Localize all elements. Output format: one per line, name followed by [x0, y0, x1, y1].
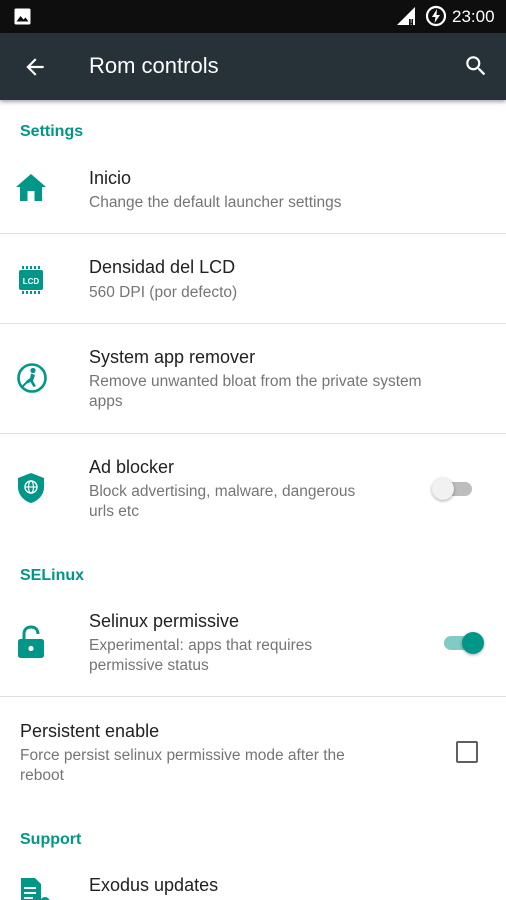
page-title: Rom controls [89, 53, 219, 78]
pref-summary-persistent-enable-line1: Force persist selinux permissive mode af… [20, 747, 345, 764]
sweeper-icon [17, 363, 47, 393]
pref-summary-ad-blocker-line1: Block advertising, malware, dangerous [89, 483, 356, 500]
persistent-enable-checkbox[interactable] [456, 741, 478, 763]
app-toolbar: Rom controls [0, 33, 506, 100]
pref-item-lcd-density[interactable]: LCD Densidad del LCD 560 DPI (por defect… [0, 234, 506, 323]
status-bar: ! 23:00 [0, 0, 506, 33]
pref-item-inicio[interactable]: Inicio Change the default launcher setti… [0, 145, 506, 233]
shield-globe-icon [18, 473, 44, 503]
pref-summary-system-app-remover-line2: apps [89, 393, 123, 410]
image-notification-icon [14, 8, 31, 25]
pref-summary-persistent-enable-line2: reboot [20, 767, 64, 784]
pref-item-selinux-permissive[interactable]: Selinux permissive Experimental: apps th… [0, 588, 506, 696]
unlock-icon [18, 625, 44, 658]
section-header-support: Support [20, 831, 82, 848]
battery-charging-icon [425, 5, 447, 27]
lcd-chip-icon: LCD [19, 266, 43, 294]
pref-summary-lcd-density: 560 DPI (por defecto) [89, 284, 238, 301]
pref-summary-selinux-permissive-line2: permissive status [89, 657, 209, 674]
pref-title-system-app-remover: System app remover [89, 347, 256, 367]
pref-summary-selinux-permissive-line1: Experimental: apps that requires [89, 637, 313, 654]
section-header-settings: Settings [20, 123, 84, 140]
status-time: 23:00 [452, 7, 495, 26]
ad-blocker-switch[interactable] [432, 474, 476, 502]
pref-title-persistent-enable: Persistent enable [20, 721, 160, 741]
pref-title-selinux-permissive: Selinux permissive [89, 611, 240, 631]
search-icon[interactable] [463, 53, 489, 79]
pref-title-inicio: Inicio [89, 168, 132, 188]
home-icon [16, 174, 46, 201]
svg-text:!: ! [410, 18, 412, 26]
document-update-icon [21, 878, 50, 900]
section-header-selinux: SELinux [20, 567, 85, 584]
pref-title-ad-blocker: Ad blocker [89, 457, 175, 477]
pref-item-system-app-remover[interactable]: System app remover Remove unwanted bloat… [0, 324, 506, 433]
pref-summary-inicio: Change the default launcher settings [89, 194, 342, 211]
pref-title-exodus-updates: Exodus updates [89, 875, 219, 895]
back-arrow-icon[interactable] [22, 54, 48, 80]
pref-item-ad-blocker[interactable]: Ad blocker Block advertising, malware, d… [0, 434, 506, 544]
selinux-permissive-switch[interactable] [440, 628, 484, 656]
pref-summary-system-app-remover-line1: Remove unwanted bloat from the private s… [89, 373, 422, 390]
signal-icon: ! [397, 7, 415, 26]
pref-title-lcd-density: Densidad del LCD [89, 257, 236, 277]
pref-item-persistent-enable[interactable]: Persistent enable Force persist selinux … [0, 697, 506, 808]
pref-summary-ad-blocker-line2: urls etc [89, 503, 139, 520]
svg-text:LCD: LCD [23, 277, 40, 286]
pref-item-exodus-updates[interactable]: Exodus updates [0, 852, 506, 900]
